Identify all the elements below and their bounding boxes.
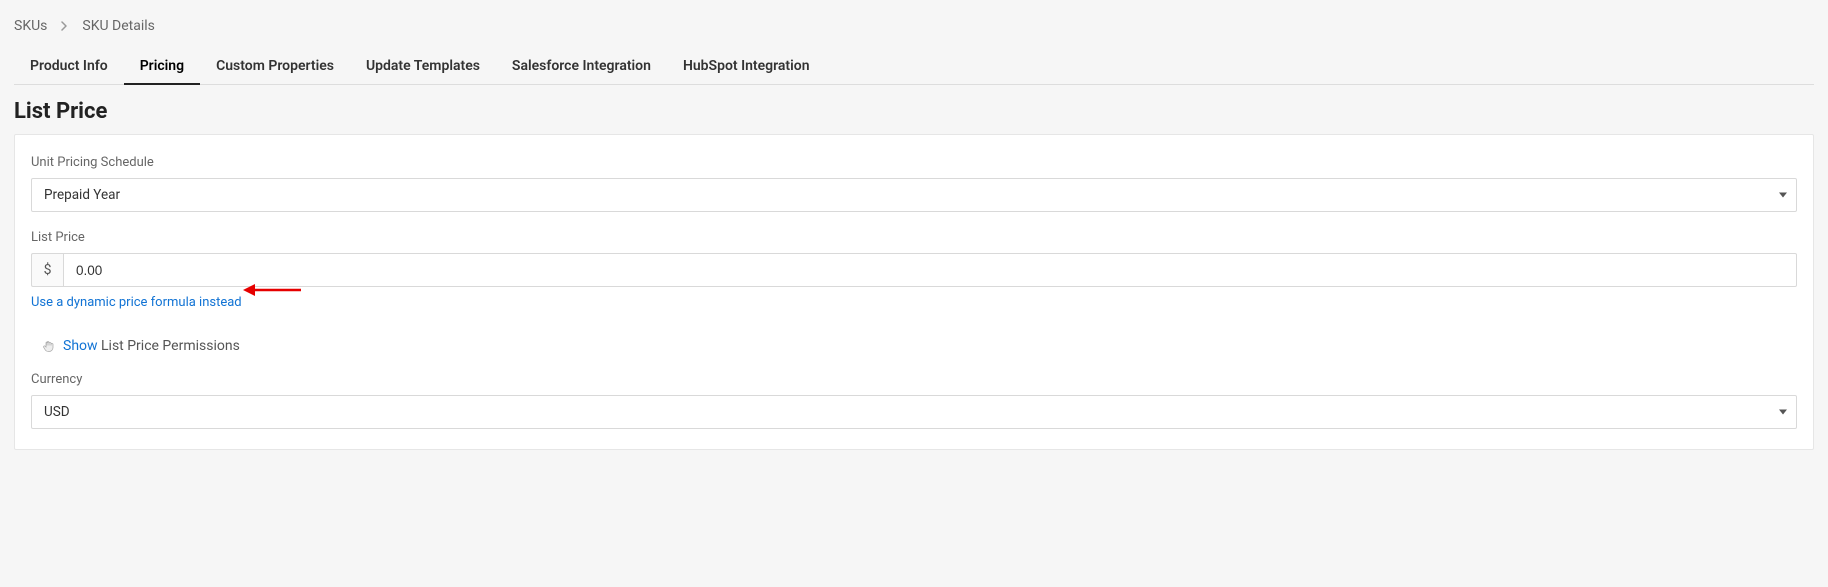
show-permissions-link[interactable]: Show bbox=[63, 338, 98, 354]
breadcrumb: SKUs SKU Details bbox=[14, 14, 1814, 48]
list-price-input[interactable] bbox=[63, 253, 1797, 287]
chevron-right-icon bbox=[61, 21, 68, 31]
list-price-label: List Price bbox=[31, 230, 1797, 245]
tab-pricing[interactable]: Pricing bbox=[124, 48, 200, 84]
page-title: List Price bbox=[14, 85, 1814, 134]
currency-value: USD bbox=[44, 395, 70, 429]
list-price-panel: Unit Pricing Schedule Prepaid Year List … bbox=[14, 134, 1814, 450]
permissions-row: Show List Price Permissions bbox=[43, 338, 1797, 354]
currency-label: Currency bbox=[31, 372, 1797, 387]
breadcrumb-current: SKU Details bbox=[82, 18, 155, 34]
hand-icon bbox=[43, 340, 55, 352]
unit-pricing-schedule-value: Prepaid Year bbox=[44, 178, 120, 212]
breadcrumb-parent[interactable]: SKUs bbox=[14, 18, 47, 34]
tab-hubspot-integration[interactable]: HubSpot Integration bbox=[667, 48, 826, 84]
tab-salesforce-integration[interactable]: Salesforce Integration bbox=[496, 48, 667, 84]
dynamic-price-link[interactable]: Use a dynamic price formula instead bbox=[31, 295, 242, 310]
unit-pricing-schedule-label: Unit Pricing Schedule bbox=[31, 155, 1797, 170]
permissions-text: List Price Permissions bbox=[98, 338, 240, 354]
currency-select[interactable]: USD bbox=[31, 395, 1797, 429]
currency-symbol: $ bbox=[31, 253, 63, 287]
tab-update-templates[interactable]: Update Templates bbox=[350, 48, 496, 84]
tabs: Product Info Pricing Custom Properties U… bbox=[14, 48, 1814, 85]
tab-product-info[interactable]: Product Info bbox=[14, 48, 124, 84]
tab-custom-properties[interactable]: Custom Properties bbox=[200, 48, 350, 84]
unit-pricing-schedule-select[interactable]: Prepaid Year bbox=[31, 178, 1797, 212]
